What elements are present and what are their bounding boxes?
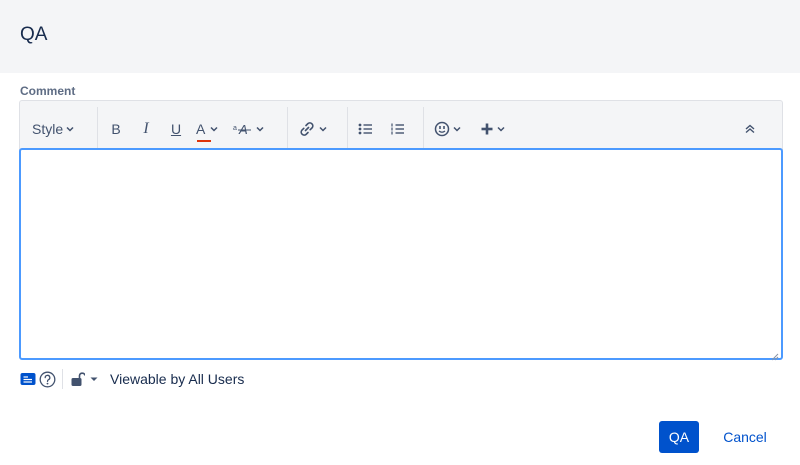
- chevron-down-icon: [255, 125, 265, 133]
- style-dropdown-label: Style: [32, 121, 64, 137]
- cancel-button[interactable]: Cancel: [712, 421, 778, 453]
- text-color-button[interactable]: A: [196, 116, 219, 142]
- help-icon[interactable]: [39, 371, 56, 388]
- numbered-list-button[interactable]: [390, 116, 406, 142]
- numbered-list-icon: [390, 122, 406, 136]
- emoji-button[interactable]: [434, 116, 462, 142]
- bold-icon: B: [111, 121, 121, 137]
- text-color-icon: A: [196, 121, 206, 137]
- italic-icon: I: [143, 120, 149, 137]
- unlock-icon: [71, 371, 85, 387]
- style-dropdown[interactable]: Style: [32, 116, 75, 142]
- submit-button[interactable]: QA: [659, 421, 699, 453]
- chevron-down-icon: [496, 125, 506, 133]
- insert-group: [434, 107, 506, 151]
- chevron-down-icon: [452, 125, 462, 133]
- toolbar-divider: [423, 107, 424, 149]
- text-color-swatch: [197, 140, 211, 142]
- editor-toolbar: Style B I U A a A: [19, 100, 783, 150]
- chevron-down-icon: [65, 125, 75, 133]
- svg-text:a: a: [233, 125, 237, 132]
- visibility-text: Viewable by All Users: [110, 371, 245, 387]
- rich-text-toggle-icon[interactable]: [20, 372, 36, 386]
- bold-button[interactable]: B: [108, 116, 124, 142]
- toolbar-divider: [347, 107, 348, 149]
- resize-handle-icon[interactable]: [771, 348, 779, 361]
- comment-editor: Style B I U A a A: [19, 100, 783, 361]
- dialog-title: QA: [20, 24, 48, 45]
- underline-button[interactable]: U: [168, 116, 184, 142]
- bullet-list-icon: [358, 122, 374, 136]
- comment-footer: Viewable by All Users: [20, 369, 245, 389]
- link-button[interactable]: [298, 116, 328, 142]
- footer-divider: [62, 369, 63, 389]
- toolbar-divider: [97, 107, 98, 149]
- collapse-icon: [744, 123, 756, 135]
- more-formatting-button[interactable]: a A: [233, 116, 265, 142]
- plus-icon: [480, 122, 494, 136]
- restrictions-button[interactable]: [71, 371, 98, 387]
- dialog-header: QA: [0, 0, 800, 73]
- collapse-group: [744, 107, 756, 151]
- svg-text:A: A: [238, 122, 248, 136]
- bullet-list-button[interactable]: [358, 116, 374, 142]
- collapse-toolbar-button[interactable]: [744, 116, 756, 142]
- comment-label: Comment: [20, 84, 76, 98]
- emoji-icon: [434, 121, 450, 137]
- list-group: [358, 107, 406, 151]
- underline-icon: U: [170, 121, 182, 137]
- link-icon: [298, 121, 316, 137]
- italic-button[interactable]: I: [138, 116, 154, 142]
- format-group: B I U A a A: [108, 107, 265, 151]
- more-formatting-icon: a A: [233, 122, 253, 136]
- chevron-down-icon: [318, 125, 328, 133]
- comment-textarea[interactable]: [19, 148, 783, 360]
- style-group: Style: [32, 107, 75, 151]
- insert-more-button[interactable]: [480, 116, 506, 142]
- link-group: [298, 107, 328, 151]
- toolbar-divider: [287, 107, 288, 149]
- chevron-down-icon: [209, 125, 219, 133]
- caret-down-icon: [90, 376, 98, 382]
